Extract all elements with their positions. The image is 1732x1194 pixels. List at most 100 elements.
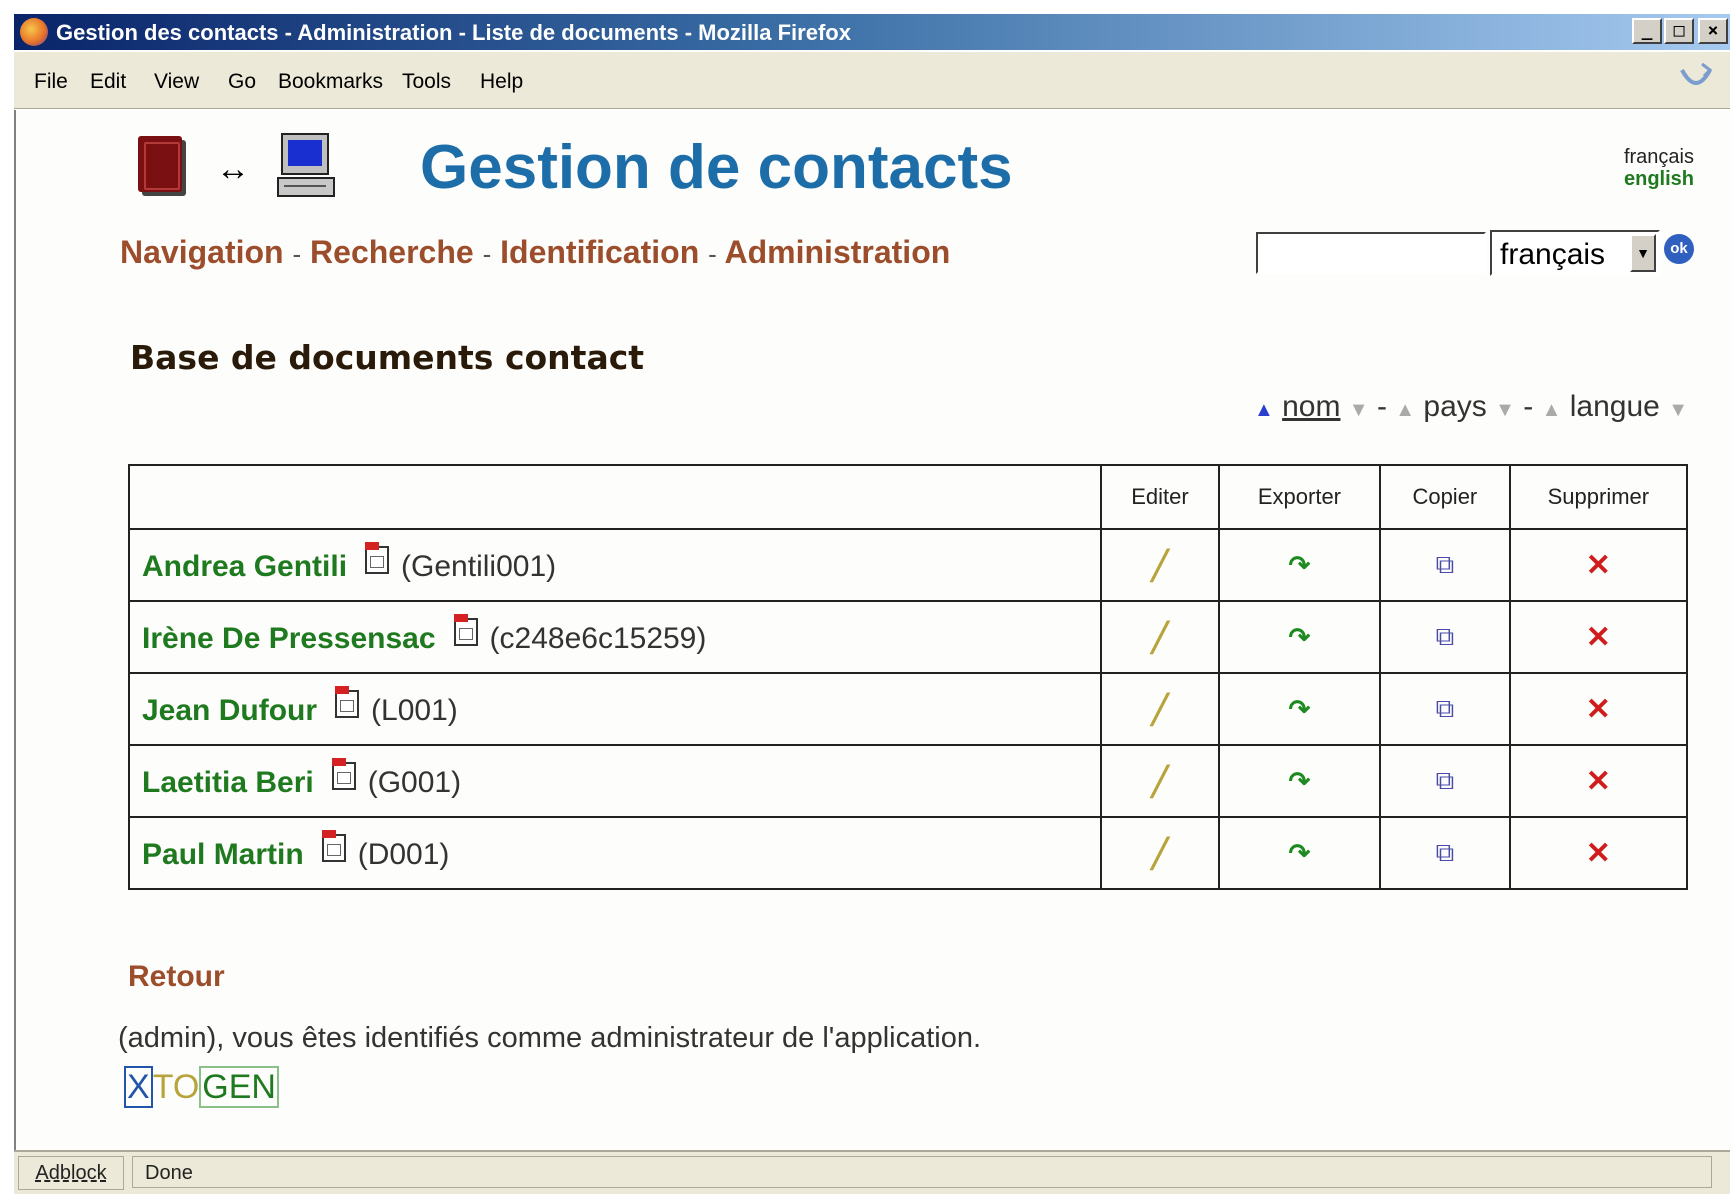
contact-id: (G001)	[367, 766, 462, 799]
pencil-icon[interactable]: ╱	[1152, 694, 1169, 725]
adblock-button[interactable]: Adblock	[18, 1156, 124, 1190]
export-cell: ↷	[1217, 744, 1382, 818]
nav-separator: -	[292, 239, 302, 269]
export-arrow-icon[interactable]: ↷	[1289, 694, 1311, 724]
delete-cell: ✕	[1508, 744, 1689, 818]
name-cell: Jean Dufour (L001)	[127, 672, 1103, 746]
copy-icon[interactable]: ⧉	[1436, 621, 1455, 651]
copy-cell: ⧉	[1379, 600, 1511, 674]
sort-desc-icon[interactable]: ▼	[1349, 399, 1369, 421]
search-input[interactable]	[1256, 232, 1486, 274]
chevron-down-icon[interactable]: ▼	[1630, 234, 1656, 272]
pencil-icon[interactable]: ╱	[1152, 622, 1169, 653]
sort-pays[interactable]: pays	[1423, 390, 1486, 423]
sort-asc-icon[interactable]: ▲	[1542, 399, 1562, 421]
xtogen-to: TO	[152, 1068, 200, 1106]
edit-cell: ╱	[1100, 528, 1220, 602]
xtogen-x: X	[124, 1066, 153, 1108]
contact-id: (D001)	[357, 838, 450, 871]
pencil-icon[interactable]: ╱	[1152, 550, 1169, 581]
retour-link[interactable]: Retour	[128, 960, 225, 994]
pencil-icon[interactable]: ╱	[1152, 838, 1169, 869]
name-cell: Paul Martin (D001)	[127, 816, 1103, 890]
menu-view[interactable]: View	[154, 70, 199, 94]
contact-name-link[interactable]: Irène De Pressensac	[142, 622, 436, 655]
nav-identification[interactable]: Identification	[500, 234, 699, 270]
section-title: Base de documents contact	[130, 338, 645, 377]
copy-icon[interactable]: ⧉	[1436, 549, 1455, 579]
table-row: Irène De Pressensac (c248e6c15259) ╱ ↷ ⧉ …	[127, 600, 1689, 674]
copy-icon[interactable]: ⧉	[1436, 693, 1455, 723]
status-bar: Adblock Done	[14, 1150, 1730, 1194]
sort-controls: ▲ nom ▼ - ▲ pays ▼ - ▲ langue ▼	[1254, 390, 1688, 424]
name-cell: Laetitia Beri (G001)	[127, 744, 1103, 818]
copy-cell: ⧉	[1379, 672, 1511, 746]
sort-asc-icon[interactable]: ▲	[1254, 399, 1274, 421]
header-supprimer: Supprimer	[1508, 464, 1689, 530]
language-select[interactable]: français ▼	[1490, 230, 1660, 276]
edit-cell: ╱	[1100, 744, 1220, 818]
pdf-icon[interactable]	[365, 542, 390, 574]
sort-asc-icon[interactable]: ▲	[1395, 399, 1415, 421]
edit-cell: ╱	[1100, 600, 1220, 674]
nav-recherche[interactable]: Recherche	[310, 234, 474, 270]
page-heading: Gestion de contacts	[420, 133, 1013, 202]
delete-cell: ✕	[1508, 672, 1689, 746]
contact-name-link[interactable]: Jean Dufour	[142, 694, 317, 727]
nav-separator: -	[708, 239, 717, 269]
delete-icon[interactable]: ✕	[1586, 549, 1611, 582]
pencil-icon[interactable]: ╱	[1152, 766, 1169, 797]
name-cell: Andrea Gentili (Gentili001)	[127, 528, 1103, 602]
sort-langue[interactable]: langue	[1570, 390, 1660, 423]
pdf-icon[interactable]	[321, 830, 346, 862]
nav-navigation[interactable]: Navigation	[120, 234, 284, 270]
maximize-button[interactable]: □	[1664, 18, 1694, 44]
table-row: Jean Dufour (L001) ╱ ↷ ⧉ ✕	[127, 672, 1689, 746]
copy-cell: ⧉	[1379, 744, 1511, 818]
copy-icon[interactable]: ⧉	[1436, 765, 1455, 795]
menu-go[interactable]: Go	[228, 70, 256, 94]
menu-bookmarks[interactable]: Bookmarks	[278, 70, 383, 94]
menu-tools[interactable]: Tools	[402, 70, 451, 94]
menu-bar: File Edit View Go Bookmarks Tools Help	[14, 52, 1730, 109]
language-select-value: français	[1500, 238, 1606, 271]
computer-icon	[277, 133, 335, 197]
delete-icon[interactable]: ✕	[1586, 765, 1611, 798]
delete-icon[interactable]: ✕	[1586, 837, 1611, 870]
nav-separator: -	[482, 239, 492, 269]
pdf-icon[interactable]	[453, 614, 478, 646]
sort-desc-icon[interactable]: ▼	[1668, 399, 1688, 421]
delete-icon[interactable]: ✕	[1586, 621, 1611, 654]
export-arrow-icon[interactable]: ↷	[1289, 550, 1311, 580]
pdf-icon[interactable]	[335, 686, 360, 718]
delete-icon[interactable]: ✕	[1586, 693, 1611, 726]
contact-name-link[interactable]: Paul Martin	[142, 838, 304, 871]
header-name	[127, 464, 1103, 530]
menu-help[interactable]: Help	[480, 70, 523, 94]
sort-nom[interactable]: nom	[1282, 390, 1340, 423]
lang-link-french[interactable]: français	[1624, 146, 1694, 168]
pdf-icon[interactable]	[331, 758, 356, 790]
minimize-button[interactable]: _	[1632, 18, 1662, 44]
export-arrow-icon[interactable]: ↷	[1289, 838, 1311, 868]
delete-cell: ✕	[1508, 816, 1689, 890]
close-button[interactable]: ×	[1698, 18, 1728, 44]
sort-desc-icon[interactable]: ▼	[1495, 399, 1515, 421]
xtogen-logo[interactable]: XTOGEN	[124, 1066, 279, 1108]
contact-name-link[interactable]: Andrea Gentili	[142, 550, 347, 583]
header-editer: Editer	[1100, 464, 1220, 530]
export-arrow-icon[interactable]: ↷	[1289, 622, 1311, 652]
export-arrow-icon[interactable]: ↷	[1289, 766, 1311, 796]
ok-button[interactable]: ok	[1664, 234, 1694, 264]
menu-file[interactable]: File	[34, 70, 68, 94]
firefox-icon	[20, 18, 48, 46]
status-text: Done	[132, 1156, 1712, 1188]
lang-link-english[interactable]: english	[1624, 168, 1694, 190]
nav-administration[interactable]: Administration	[725, 234, 951, 270]
copy-icon[interactable]: ⧉	[1436, 837, 1455, 867]
main-nav: Navigation - Recherche - Identification …	[120, 234, 950, 271]
contact-name-link[interactable]: Laetitia Beri	[142, 766, 314, 799]
delete-cell: ✕	[1508, 600, 1689, 674]
menu-edit[interactable]: Edit	[90, 70, 126, 94]
export-cell: ↷	[1217, 816, 1382, 890]
